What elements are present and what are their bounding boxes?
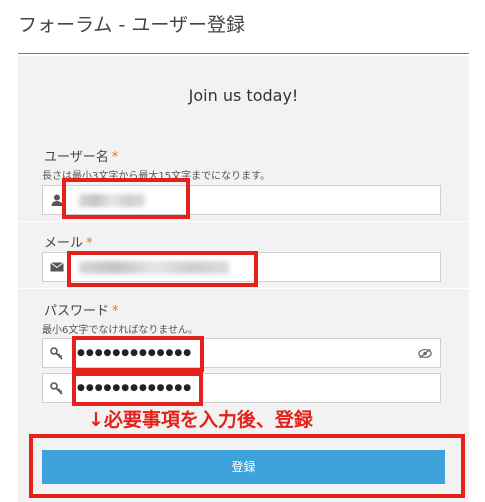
key-icon — [50, 347, 63, 360]
highlight-box-password — [72, 336, 204, 372]
key-icon — [50, 382, 63, 395]
password-hint: 最小6文字でなければなりません。 — [42, 325, 199, 336]
highlight-box-username — [62, 178, 190, 219]
envelope-icon — [50, 262, 64, 272]
eye-slash-icon[interactable] — [418, 348, 432, 359]
username-label: ユーザー名 * — [44, 146, 118, 165]
page-title: フォーラム - ユーザー登録 — [18, 14, 245, 36]
field-divider — [18, 221, 469, 222]
password-label: パスワード * — [44, 300, 119, 319]
required-mark: * — [111, 150, 119, 165]
email-label-text: メール — [44, 236, 84, 251]
field-divider — [18, 288, 469, 289]
highlight-box-register — [29, 434, 465, 498]
highlight-box-password-confirm — [72, 372, 203, 406]
instruction-annotation: ↓必要事項を入力後、登録 — [88, 409, 313, 431]
username-label-text: ユーザー名 — [44, 150, 109, 165]
form-heading: Join us today! — [188, 86, 299, 105]
password-label-text: パスワード — [44, 304, 110, 319]
required-mark: * — [112, 304, 119, 319]
highlight-box-email — [67, 251, 258, 287]
required-mark: * — [86, 236, 93, 251]
email-label: メール * — [44, 232, 93, 251]
title-divider — [18, 53, 469, 54]
